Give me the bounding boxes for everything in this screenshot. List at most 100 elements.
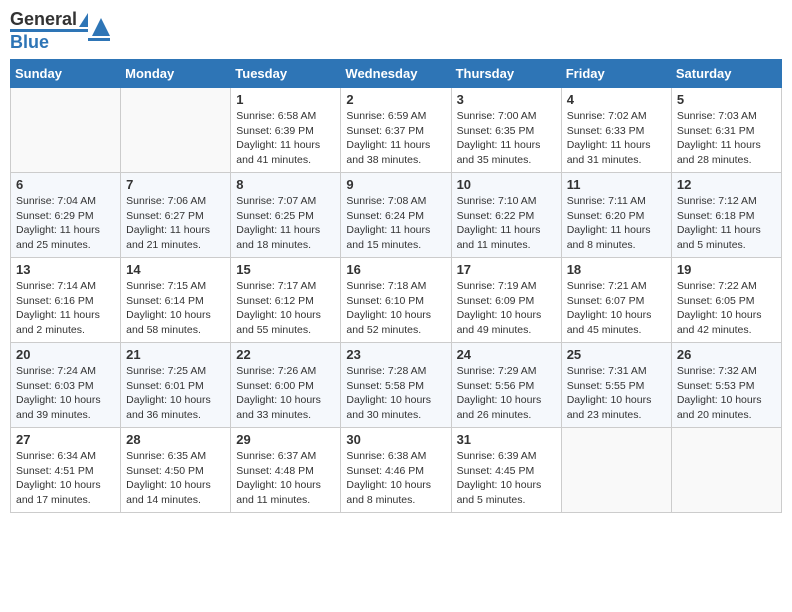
day-number: 28 [126,432,225,447]
day-info: Sunrise: 6:35 AM Sunset: 4:50 PM Dayligh… [126,449,225,508]
day-number: 3 [457,92,556,107]
calendar-cell: 30 Sunrise: 6:38 AM Sunset: 4:46 PM Dayli… [341,428,451,513]
day-info: Sunrise: 7:04 AM Sunset: 6:29 PM Dayligh… [16,194,115,253]
calendar-cell: 3 Sunrise: 7:00 AM Sunset: 6:35 PM Daylig… [451,88,561,173]
day-info: Sunrise: 7:25 AM Sunset: 6:01 PM Dayligh… [126,364,225,423]
day-info: Sunrise: 7:07 AM Sunset: 6:25 PM Dayligh… [236,194,335,253]
day-number: 22 [236,347,335,362]
calendar-cell: 14 Sunrise: 7:15 AM Sunset: 6:14 PM Dayli… [121,258,231,343]
week-row-2: 6Sunrise: 7:04 AM Sunset: 6:29 PM Daylig… [11,173,782,258]
week-row-1: 1 Sunrise: 6:58 AM Sunset: 6:39 PM Daylig… [11,88,782,173]
calendar-cell [11,88,121,173]
calendar-cell: 27Sunrise: 6:34 AM Sunset: 4:51 PM Dayli… [11,428,121,513]
calendar-cell [121,88,231,173]
calendar-cell: 25 Sunrise: 7:31 AM Sunset: 5:55 PM Dayli… [561,343,671,428]
day-info: Sunrise: 7:28 AM Sunset: 5:58 PM Dayligh… [346,364,445,423]
day-header-thursday: Thursday [451,60,561,88]
calendar-cell: 20 Sunrise: 7:24 AM Sunset: 6:03 PM Dayli… [11,343,121,428]
day-number: 14 [126,262,225,277]
day-number: 5 [677,92,776,107]
calendar-cell: 9 Sunrise: 7:08 AM Sunset: 6:24 PM Daylig… [341,173,451,258]
week-row-5: 27Sunrise: 6:34 AM Sunset: 4:51 PM Dayli… [11,428,782,513]
calendar-cell: 5 Sunrise: 7:03 AM Sunset: 6:31 PM Daylig… [671,88,781,173]
day-info: Sunrise: 7:26 AM Sunset: 6:00 PM Dayligh… [236,364,335,423]
day-info: Sunrise: 7:24 AM Sunset: 6:03 PM Dayligh… [16,364,115,423]
calendar-cell: 11 Sunrise: 7:11 AM Sunset: 6:20 PM Dayli… [561,173,671,258]
calendar-cell: 22 Sunrise: 7:26 AM Sunset: 6:00 PM Dayli… [231,343,341,428]
day-number: 12 [677,177,776,192]
day-info: Sunrise: 7:18 AM Sunset: 6:10 PM Dayligh… [346,279,445,338]
day-number: 10 [457,177,556,192]
day-number: 26 [677,347,776,362]
calendar-cell: 29Sunrise: 6:37 AM Sunset: 4:48 PM Dayli… [231,428,341,513]
day-number: 25 [567,347,666,362]
day-header-friday: Friday [561,60,671,88]
week-row-3: 13 Sunrise: 7:14 AM Sunset: 6:16 PM Dayli… [11,258,782,343]
day-number: 4 [567,92,666,107]
day-number: 11 [567,177,666,192]
day-info: Sunrise: 7:19 AM Sunset: 6:09 PM Dayligh… [457,279,556,338]
day-number: 13 [16,262,115,277]
calendar-cell: 7 Sunrise: 7:06 AM Sunset: 6:27 PM Daylig… [121,173,231,258]
calendar-cell: 19 Sunrise: 7:22 AM Sunset: 6:05 PM Dayli… [671,258,781,343]
day-info: Sunrise: 7:08 AM Sunset: 6:24 PM Dayligh… [346,194,445,253]
calendar-cell: 31 Sunrise: 6:39 AM Sunset: 4:45 PM Dayli… [451,428,561,513]
day-info: Sunrise: 7:21 AM Sunset: 6:07 PM Dayligh… [567,279,666,338]
page-header: General Blue [10,10,782,51]
day-number: 24 [457,347,556,362]
day-info: Sunrise: 6:59 AM Sunset: 6:37 PM Dayligh… [346,109,445,168]
day-header-saturday: Saturday [671,60,781,88]
day-info: Sunrise: 7:10 AM Sunset: 6:22 PM Dayligh… [457,194,556,253]
day-header-monday: Monday [121,60,231,88]
logo: General Blue [10,10,88,51]
day-number: 23 [346,347,445,362]
day-number: 2 [346,92,445,107]
day-info: Sunrise: 7:12 AM Sunset: 6:18 PM Dayligh… [677,194,776,253]
day-info: Sunrise: 6:58 AM Sunset: 6:39 PM Dayligh… [236,109,335,168]
day-number: 19 [677,262,776,277]
day-number: 16 [346,262,445,277]
week-row-4: 20 Sunrise: 7:24 AM Sunset: 6:03 PM Dayli… [11,343,782,428]
calendar-cell [561,428,671,513]
calendar-cell: 13 Sunrise: 7:14 AM Sunset: 6:16 PM Dayli… [11,258,121,343]
day-number: 15 [236,262,335,277]
day-info: Sunrise: 7:14 AM Sunset: 6:16 PM Dayligh… [16,279,115,338]
day-info: Sunrise: 7:31 AM Sunset: 5:55 PM Dayligh… [567,364,666,423]
day-header-wednesday: Wednesday [341,60,451,88]
calendar-cell: 2 Sunrise: 6:59 AM Sunset: 6:37 PM Daylig… [341,88,451,173]
day-info: Sunrise: 6:37 AM Sunset: 4:48 PM Dayligh… [236,449,335,508]
calendar-cell: 4Sunrise: 7:02 AM Sunset: 6:33 PM Daylig… [561,88,671,173]
day-info: Sunrise: 7:03 AM Sunset: 6:31 PM Dayligh… [677,109,776,168]
day-info: Sunrise: 7:17 AM Sunset: 6:12 PM Dayligh… [236,279,335,338]
day-info: Sunrise: 7:15 AM Sunset: 6:14 PM Dayligh… [126,279,225,338]
day-info: Sunrise: 6:39 AM Sunset: 4:45 PM Dayligh… [457,449,556,508]
day-number: 20 [16,347,115,362]
day-number: 31 [457,432,556,447]
calendar-cell: 16 Sunrise: 7:18 AM Sunset: 6:10 PM Dayli… [341,258,451,343]
day-info: Sunrise: 7:22 AM Sunset: 6:05 PM Dayligh… [677,279,776,338]
day-info: Sunrise: 7:32 AM Sunset: 5:53 PM Dayligh… [677,364,776,423]
logo-arrow-icon [92,14,110,36]
calendar-cell: 6Sunrise: 7:04 AM Sunset: 6:29 PM Daylig… [11,173,121,258]
calendar-cell: 21 Sunrise: 7:25 AM Sunset: 6:01 PM Dayli… [121,343,231,428]
calendar-cell: 24 Sunrise: 7:29 AM Sunset: 5:56 PM Dayli… [451,343,561,428]
day-number: 8 [236,177,335,192]
day-number: 1 [236,92,335,107]
calendar-cell: 23 Sunrise: 7:28 AM Sunset: 5:58 PM Dayli… [341,343,451,428]
calendar-cell: 28 Sunrise: 6:35 AM Sunset: 4:50 PM Dayli… [121,428,231,513]
day-info: Sunrise: 7:11 AM Sunset: 6:20 PM Dayligh… [567,194,666,253]
calendar-table: SundayMondayTuesdayWednesdayThursdayFrid… [10,59,782,513]
day-number: 17 [457,262,556,277]
day-info: Sunrise: 7:06 AM Sunset: 6:27 PM Dayligh… [126,194,225,253]
day-number: 21 [126,347,225,362]
day-info: Sunrise: 7:29 AM Sunset: 5:56 PM Dayligh… [457,364,556,423]
day-number: 7 [126,177,225,192]
calendar-cell: 18Sunrise: 7:21 AM Sunset: 6:07 PM Dayli… [561,258,671,343]
day-number: 9 [346,177,445,192]
day-number: 30 [346,432,445,447]
calendar-cell: 10 Sunrise: 7:10 AM Sunset: 6:22 PM Dayli… [451,173,561,258]
calendar-cell [671,428,781,513]
day-info: Sunrise: 7:00 AM Sunset: 6:35 PM Dayligh… [457,109,556,168]
day-number: 27 [16,432,115,447]
day-info: Sunrise: 6:38 AM Sunset: 4:46 PM Dayligh… [346,449,445,508]
